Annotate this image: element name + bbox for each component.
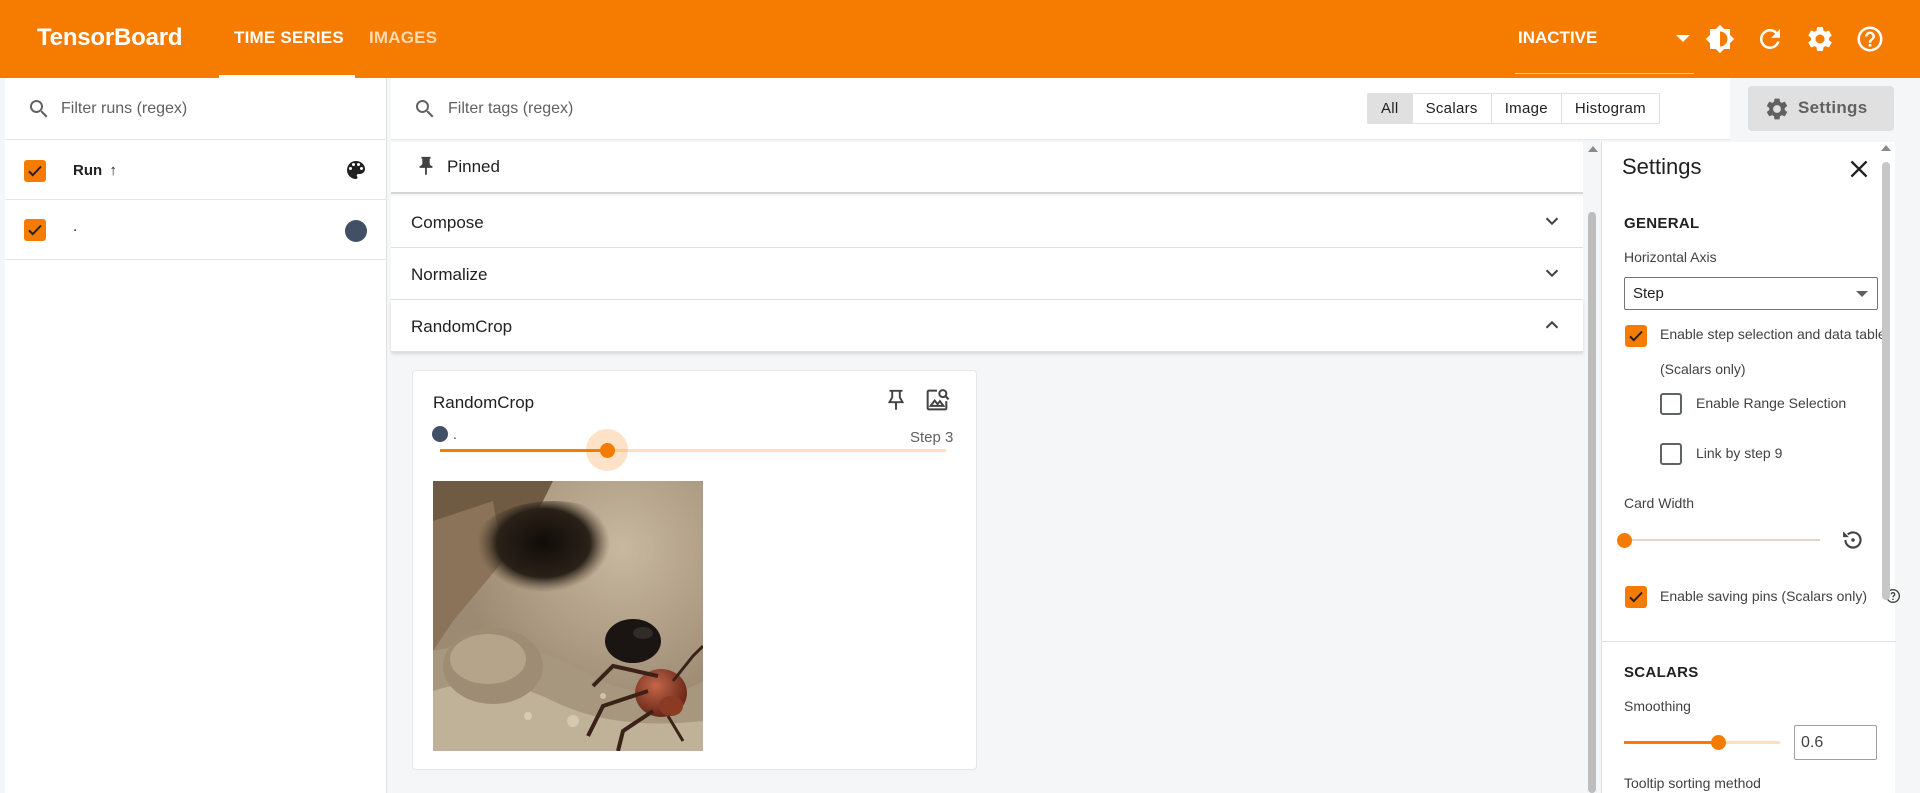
horizontal-axis-value: Step	[1633, 285, 1664, 302]
runs-panel: Filter runs (regex) Run ↑ .	[5, 78, 387, 793]
settings-title: Settings	[1622, 154, 1702, 179]
slider-fill	[440, 449, 607, 452]
run-row[interactable]: .	[5, 200, 387, 260]
scroll-up-arrow[interactable]	[1881, 145, 1891, 151]
chevron-down-icon[interactable]	[1676, 35, 1690, 42]
range-selection-checkbox[interactable]	[1660, 393, 1682, 415]
group-title: Compose	[411, 213, 484, 232]
smoothing-value: 0.6	[1801, 734, 1824, 751]
step-selection-checkbox[interactable]	[1625, 325, 1647, 347]
section-divider	[1602, 641, 1896, 642]
chevron-down-icon[interactable]	[1541, 262, 1563, 284]
settings-button-label: Settings	[1798, 98, 1868, 117]
settings-panel: Settings GENERAL Horizontal Axis Step En…	[1601, 142, 1900, 793]
search-icon	[416, 100, 434, 118]
reset-icon[interactable]	[1839, 526, 1867, 554]
settings-gear-icon[interactable]	[1805, 24, 1835, 54]
image-card: RandomCrop . Step 3	[412, 370, 977, 770]
brightness-icon[interactable]	[1705, 24, 1735, 54]
range-selection-label: Enable Range Selection	[1696, 395, 1847, 411]
link-by-step-checkbox[interactable]	[1660, 443, 1682, 465]
pinned-group[interactable]: Pinned	[391, 142, 1583, 194]
slider-fill	[1624, 741, 1718, 744]
filter-scalars-button[interactable]: Scalars	[1413, 94, 1492, 123]
saving-pins-label: Enable saving pins (Scalars only)	[1660, 588, 1867, 604]
image-search-icon[interactable]	[923, 386, 951, 414]
link-by-step-label: Link by step 9	[1696, 445, 1783, 461]
run-column-header[interactable]: Run ↑	[73, 162, 117, 179]
slider-thumb[interactable]	[1617, 533, 1632, 548]
settings-scroll-thumb[interactable]	[1882, 162, 1890, 600]
scalars-heading: SCALARS	[1624, 664, 1699, 681]
group-randomcrop[interactable]: RandomCrop	[391, 300, 1583, 352]
smoothing-slider[interactable]	[1624, 735, 1780, 750]
tab-images[interactable]: IMAGES	[369, 28, 437, 48]
chevron-down-icon[interactable]	[1541, 210, 1563, 232]
pin-icon	[419, 156, 433, 176]
group-title: RandomCrop	[411, 317, 513, 336]
card-run-label: .	[453, 426, 457, 442]
status-underline	[1515, 73, 1694, 74]
top-app-bar: TensorBoard TIME SERIES IMAGES INACTIVE	[0, 0, 1920, 78]
run-name: .	[73, 218, 78, 235]
chevron-down-icon	[1856, 291, 1868, 297]
tags-search-input[interactable]: Filter tags (regex)	[448, 100, 573, 118]
gear-icon	[1766, 98, 1788, 120]
saving-pins-checkbox[interactable]	[1625, 586, 1647, 608]
runs-search-placeholder: Filter runs (regex)	[61, 100, 188, 117]
step-slider[interactable]	[440, 429, 946, 471]
step-selection-label: Enable step selection and data table	[1660, 326, 1886, 342]
general-heading: GENERAL	[1624, 215, 1700, 232]
run-color-swatch[interactable]	[345, 220, 367, 242]
main-scrollbar[interactable]	[1586, 144, 1598, 793]
select-all-runs-checkbox[interactable]	[24, 160, 46, 182]
search-icon	[30, 100, 48, 118]
horizontal-axis-label: Horizontal Axis	[1624, 249, 1717, 265]
card-title: RandomCrop	[433, 393, 535, 412]
reload-status-dropdown[interactable]: INACTIVE	[1518, 28, 1597, 48]
runs-header-row: Run ↑	[5, 140, 387, 200]
sort-ascending-icon: ↑	[109, 162, 117, 179]
pin-icon[interactable]	[883, 387, 909, 413]
plot-type-filter: All Scalars Image Histogram	[1367, 93, 1660, 124]
main-scroll-thumb[interactable]	[1588, 212, 1596, 793]
tab-time-series[interactable]: TIME SERIES	[234, 28, 344, 48]
group-normalize[interactable]: Normalize	[391, 248, 1583, 300]
card-width-slider[interactable]	[1617, 533, 1820, 548]
pinned-label: Pinned	[447, 157, 500, 176]
runs-search[interactable]: Filter runs (regex)	[5, 78, 387, 140]
horizontal-axis-select[interactable]: Step	[1624, 277, 1878, 310]
run-checkbox[interactable]	[24, 219, 46, 241]
app-title: TensorBoard	[37, 24, 183, 51]
step-selection-sublabel: (Scalars only)	[1660, 361, 1746, 377]
run-header-label: Run	[73, 162, 103, 179]
filter-all-button[interactable]: All	[1368, 94, 1413, 123]
chevron-up-icon[interactable]	[1541, 314, 1563, 336]
filter-image-button[interactable]: Image	[1492, 94, 1562, 123]
settings-scrollbar[interactable]	[1880, 144, 1892, 793]
close-icon[interactable]	[1846, 156, 1872, 182]
group-compose[interactable]: Compose	[391, 196, 1583, 248]
settings-toggle-button[interactable]: Settings	[1748, 86, 1894, 131]
run-color-dot	[432, 426, 448, 442]
smoothing-label: Smoothing	[1624, 698, 1691, 714]
smoothing-input[interactable]: 0.6	[1794, 725, 1877, 760]
ant-photo	[433, 481, 703, 751]
slider-track	[1624, 539, 1820, 541]
slider-thumb[interactable]	[1711, 735, 1726, 750]
tooltip-sort-label: Tooltip sorting method	[1624, 775, 1761, 791]
sample-image[interactable]	[433, 481, 703, 751]
help-icon[interactable]	[1855, 24, 1885, 54]
card-width-label: Card Width	[1624, 495, 1695, 511]
refresh-icon[interactable]	[1755, 24, 1785, 54]
step-label: Step 3	[910, 429, 954, 446]
group-title: Normalize	[411, 265, 488, 284]
slider-thumb[interactable]	[600, 443, 615, 458]
palette-icon[interactable]	[344, 158, 368, 182]
scroll-up-arrow[interactable]	[1588, 146, 1598, 152]
filter-histogram-button[interactable]: Histogram	[1562, 94, 1659, 123]
